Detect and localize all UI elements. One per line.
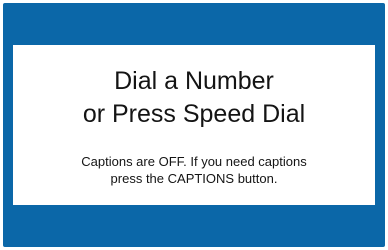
captions-status-line-1: Captions are OFF. If you need captions [81, 154, 307, 169]
message-panel: Dial a Number or Press Speed Dial Captio… [13, 45, 375, 205]
captions-status-message: Captions are OFF. If you need captions p… [81, 153, 306, 187]
captions-status-line-2: press the CAPTIONS button. [110, 171, 278, 186]
blue-screen-frame: Dial a Number or Press Speed Dial Captio… [3, 3, 385, 247]
dial-instruction-line-1: Dial a Number [114, 67, 274, 95]
dial-instruction: Dial a Number or Press Speed Dial [83, 65, 305, 131]
dial-instruction-line-2: or Press Speed Dial [82, 100, 306, 128]
phone-display: Dial a Number or Press Speed Dial Captio… [0, 0, 388, 250]
